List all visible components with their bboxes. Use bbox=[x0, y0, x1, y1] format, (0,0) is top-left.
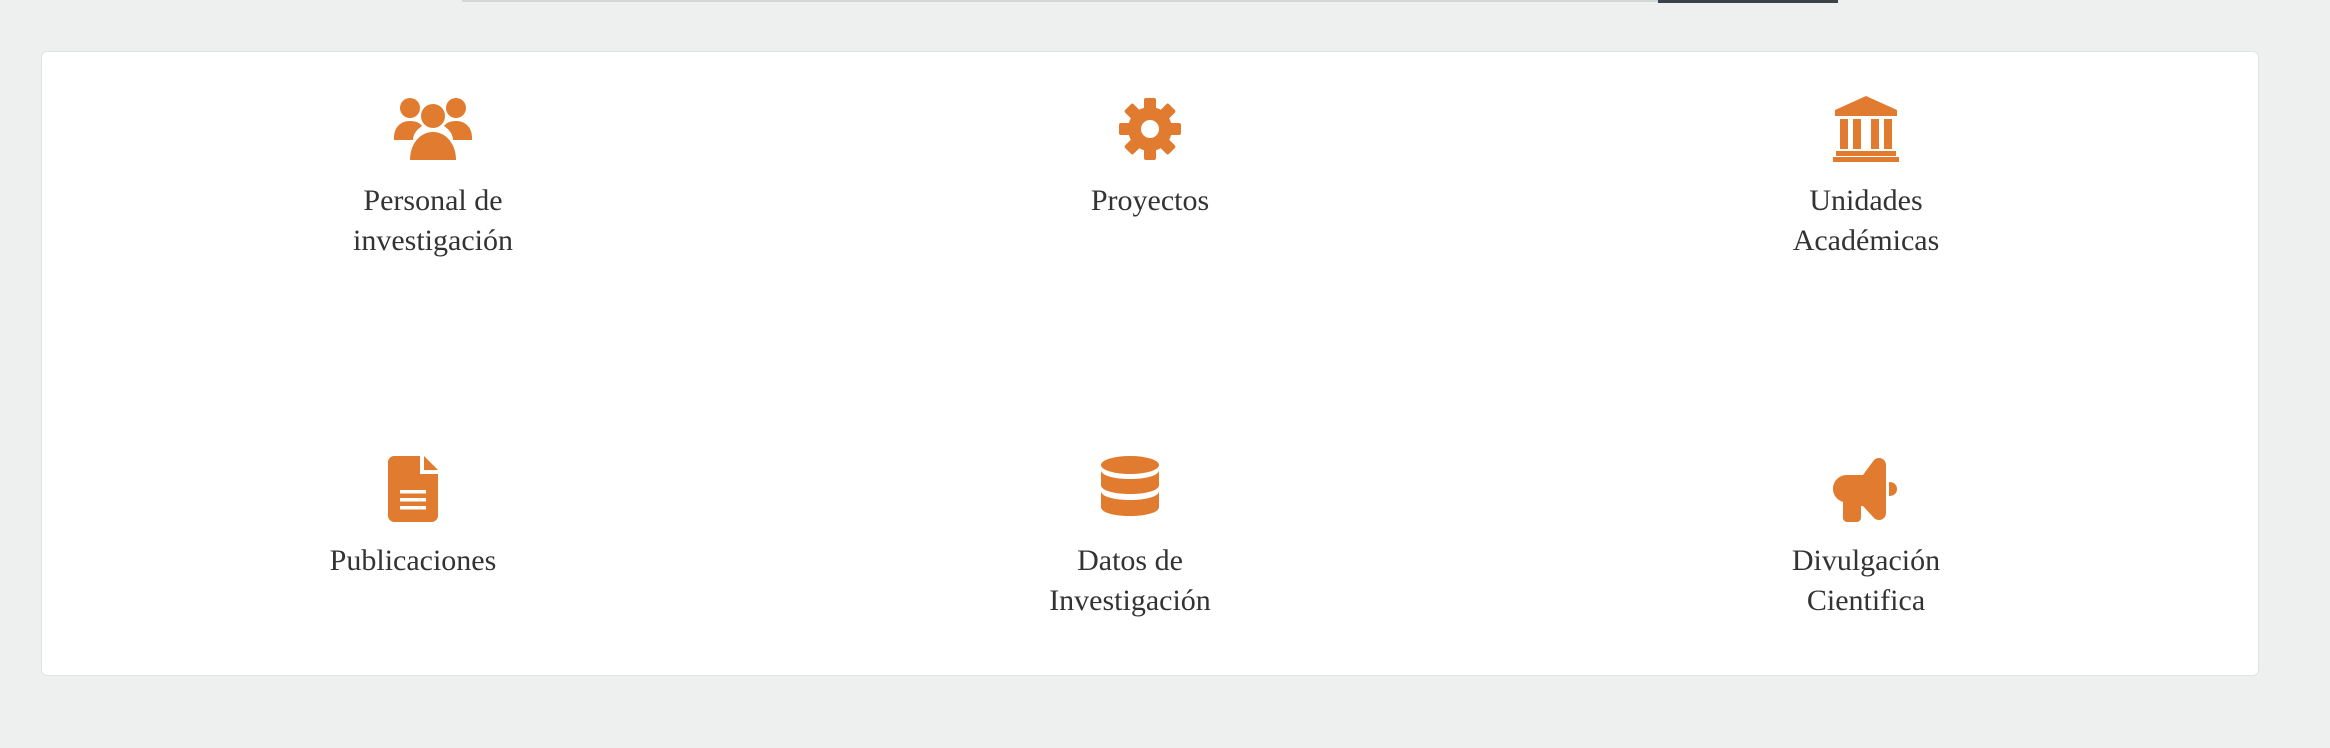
category-unidades-academicas[interactable]: Unidades Académicas bbox=[1686, 96, 2046, 261]
category-label: Unidades Académicas bbox=[1792, 184, 1940, 257]
file-icon bbox=[233, 456, 593, 527]
category-datos-investigacion[interactable]: Datos de Investigación bbox=[950, 456, 1310, 621]
category-personal-investigacion[interactable]: Personal de investigación bbox=[253, 96, 613, 261]
database-icon bbox=[950, 456, 1310, 527]
search-button-edge[interactable] bbox=[1658, 0, 1838, 3]
category-label: Publicaciones bbox=[329, 544, 497, 577]
category-label: Datos de Investigación bbox=[1049, 544, 1211, 617]
category-divulgacion-cientifica[interactable]: Divulgación Cientifica bbox=[1686, 456, 2046, 621]
institution-icon bbox=[1686, 96, 2046, 167]
category-proyectos[interactable]: Proyectos bbox=[970, 96, 1330, 221]
category-label: Divulgación Cientifica bbox=[1791, 544, 1941, 617]
users-icon bbox=[253, 96, 613, 167]
category-publicaciones[interactable]: Publicaciones bbox=[233, 456, 593, 581]
megaphone-icon bbox=[1686, 456, 2046, 527]
search-bar-edge bbox=[462, 0, 1838, 2]
categories-card: Personal de investigación Proyectos Unid… bbox=[41, 51, 2259, 676]
category-label: Proyectos bbox=[1090, 184, 1210, 217]
gear-icon bbox=[970, 96, 1330, 167]
category-label: Personal de investigación bbox=[353, 184, 513, 257]
